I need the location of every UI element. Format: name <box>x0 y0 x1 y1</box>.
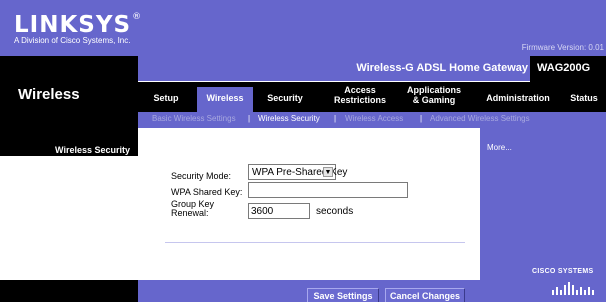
more-help-link[interactable]: More... <box>487 144 512 152</box>
form-divider <box>165 242 465 243</box>
logo-text: LINKSYS <box>14 12 132 38</box>
cancel-changes-button[interactable]: Cancel Changes <box>385 288 465 302</box>
security-mode-select[interactable]: WPA Pre-Shared Key ▼ <box>248 164 347 180</box>
subtab-separator: | <box>420 114 423 123</box>
tab-access-restrictions-label: Access Restrictions <box>333 85 386 105</box>
subtab-wireless-access[interactable]: Wireless Access <box>345 115 403 123</box>
help-panel <box>480 128 606 302</box>
model-number: WAG200G <box>537 62 591 74</box>
tab-setup[interactable]: Setup <box>146 93 186 105</box>
subtab-separator: | <box>334 114 337 123</box>
tab-wireless[interactable]: Wireless <box>197 93 253 105</box>
wpa-shared-key-label: WPA Shared Key: <box>171 187 243 197</box>
save-settings-button[interactable]: Save Settings <box>307 288 379 302</box>
tab-administration[interactable]: Administration <box>478 93 558 105</box>
group-key-renewal-input[interactable]: 3600 <box>248 203 310 219</box>
tab-applications-gaming[interactable]: Applications & Gaming <box>400 84 468 108</box>
subtab-separator: | <box>248 114 251 123</box>
page-title: Wireless <box>18 86 80 103</box>
dropdown-arrow-icon[interactable]: ▼ <box>323 167 333 177</box>
linksys-logo: LINKSYS® <box>14 12 143 38</box>
firmware-version: Firmware Version: 0.01 <box>521 43 604 52</box>
logo-tagline: A Division of Cisco Systems, Inc. <box>14 36 131 45</box>
sidebar-section-title: Wireless Security <box>55 145 130 155</box>
cisco-bridge-icon <box>552 282 594 295</box>
group-key-renewal-label: Group Key Renewal: <box>171 199 215 219</box>
tab-security[interactable]: Security <box>258 93 312 105</box>
product-name: Wireless-G ADSL Home Gateway <box>356 62 528 74</box>
sidebar-body <box>0 142 138 280</box>
security-mode-value: WPA Pre-Shared Key <box>252 166 348 178</box>
cisco-systems-logo: CISCO SYSTEMS <box>532 268 594 275</box>
logo-registered-mark: ® <box>132 12 143 22</box>
wpa-shared-key-input[interactable] <box>248 182 408 198</box>
renewal-unit-label: seconds <box>316 206 354 217</box>
security-mode-label: Security Mode: <box>171 171 232 181</box>
subtab-wireless-security[interactable]: Wireless Security <box>258 115 320 123</box>
section-title-area <box>0 56 138 112</box>
tab-status[interactable]: Status <box>564 93 604 105</box>
tab-applications-gaming-label: Applications & Gaming <box>406 85 461 105</box>
subtab-basic-wireless-settings[interactable]: Basic Wireless Settings <box>152 115 236 123</box>
subtab-advanced-wireless-settings[interactable]: Advanced Wireless Settings <box>430 115 530 123</box>
tab-access-restrictions[interactable]: Access Restrictions <box>328 84 392 108</box>
